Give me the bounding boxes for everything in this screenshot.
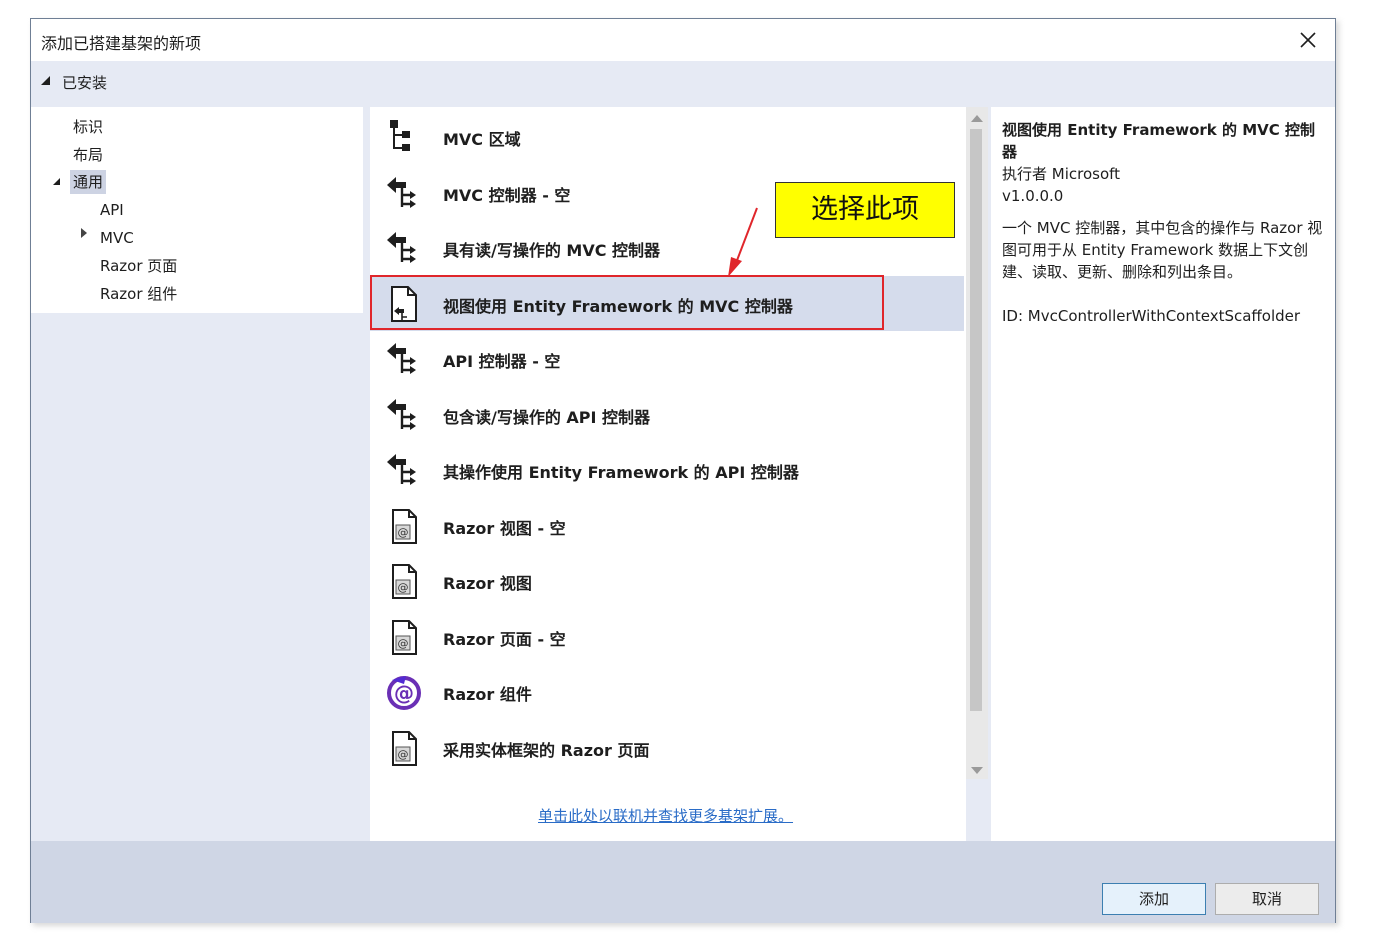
template-label: 具有读/写操作的 MVC 控制器 [443,241,661,260]
svg-text:@: @ [398,526,409,539]
scroll-up-icon[interactable] [971,115,983,122]
tree-item-mvc[interactable]: MVC [100,226,134,250]
details-version: v1.0.0.0 [1002,187,1064,205]
template-item[interactable]: 其操作使用 Entity Framework 的 API 控制器 [370,442,964,497]
razor-file-icon: @ [392,620,417,655]
tree-item-identity[interactable]: 标识 [73,115,103,139]
template-list-scrollbar[interactable] [966,107,988,779]
details-description: 一个 MVC 控制器，其中包含的操作与 Razor 视图可用于从 Entity … [1002,219,1323,281]
window-title: 添加已搭建基架的新项 [41,34,202,53]
template-label: 包含读/写操作的 API 控制器 [443,408,651,427]
details-id: ID: MvcControllerWithContextScaffolder [1002,307,1301,325]
close-icon[interactable] [1293,25,1323,55]
template-label: Razor 视图 - 空 [443,519,566,538]
razor-file-icon: @ [392,564,417,599]
svg-text:@: @ [398,748,409,761]
template-item[interactable]: @ Razor 组件 [370,664,964,719]
template-label: Razor 页面 - 空 [443,630,566,649]
template-label: MVC 控制器 - 空 [443,186,571,205]
template-label: 其操作使用 Entity Framework 的 API 控制器 [443,463,799,482]
controller-icon [387,177,416,208]
installed-header[interactable]: 已安装 [31,61,1335,101]
controller-icon [387,343,416,374]
mvc-area-icon [390,120,410,151]
template-item[interactable]: 包含读/写操作的 API 控制器 [370,387,964,442]
template-item[interactable]: @ 采用实体框架的 Razor 页面 [370,720,964,775]
tree-item-common[interactable]: 通用 [70,170,107,194]
add-button[interactable]: 添加 [1102,883,1206,915]
tree-item-layout[interactable]: 布局 [73,143,103,167]
controller-icon [387,232,416,263]
template-item[interactable]: @ Razor 视图 [370,553,964,608]
template-label: 采用实体框架的 Razor 页面 [443,741,650,760]
annotation-arrow-icon [728,207,758,277]
template-item[interactable]: API 控制器 - 空 [370,331,964,386]
annotation-callout: 选择此项 [775,182,955,238]
razor-file-icon: @ [392,731,417,766]
tree-item-api[interactable]: API [100,198,124,222]
collapsed-triangle-icon[interactable] [81,228,87,238]
expand-triangle-icon[interactable] [53,178,60,185]
template-label: Razor 组件 [443,685,532,704]
add-scaffold-dialog: 添加已搭建基架的新项 已安装 标识 布局 通用 API MVC Razor 页面… [30,18,1336,923]
template-item[interactable]: @ Razor 页面 - 空 [370,609,964,664]
template-item[interactable]: MVC 区域 [370,109,964,164]
details-panel: 视图使用 Entity Framework 的 MVC 控制器 执行者 Micr… [991,107,1335,841]
template-label: API 控制器 - 空 [443,352,561,371]
title-bar: 添加已搭建基架的新项 [31,19,1335,61]
controller-icon [387,454,416,485]
controller-icon [387,399,416,430]
online-extensions-link[interactable]: 单击此处以联机并查找更多基架扩展。 [538,805,793,826]
svg-text:@: @ [398,581,409,594]
details-title: 视图使用 Entity Framework 的 MVC 控制器 [1002,121,1315,161]
category-tree: 标识 布局 通用 API MVC Razor 页面 Razor 组件 [31,107,363,313]
cancel-button[interactable]: 取消 [1215,883,1319,915]
tree-item-razor-pages[interactable]: Razor 页面 [100,254,177,278]
details-author: 执行者 Microsoft [1002,165,1121,183]
scroll-down-icon[interactable] [971,767,983,774]
installed-label: 已安装 [62,74,108,92]
razor-file-icon: @ [392,509,417,544]
template-label: MVC 区域 [443,130,521,149]
template-item[interactable]: @ Razor 视图 - 空 [370,498,964,553]
scroll-thumb[interactable] [970,129,982,711]
template-label: Razor 视图 [443,574,532,593]
tree-item-razor-components[interactable]: Razor 组件 [100,282,177,306]
expand-triangle-icon [41,76,50,85]
svg-text:@: @ [398,637,409,650]
dialog-footer: 添加 取消 [31,841,1335,923]
svg-text:@: @ [394,681,414,705]
blazor-icon: @ [387,676,421,710]
selection-highlight-box [370,275,884,330]
